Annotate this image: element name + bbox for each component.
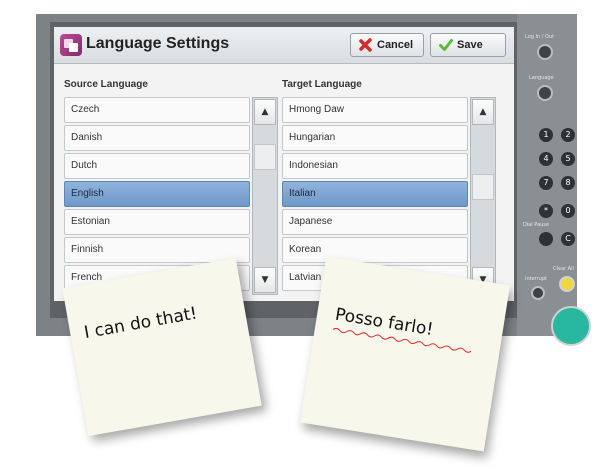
target-language-label: Target Language bbox=[282, 79, 362, 90]
source-item-czech[interactable]: Czech bbox=[64, 97, 250, 123]
start-button[interactable] bbox=[551, 306, 591, 346]
source-language-label: Source Language bbox=[64, 79, 148, 90]
source-scroll-down-button[interactable]: ▼ bbox=[254, 267, 276, 293]
sticky-note-italian: Posso farlo! bbox=[300, 256, 510, 452]
checkmark-icon bbox=[439, 38, 453, 52]
login-label: Log In / Out bbox=[525, 34, 555, 40]
source-item-dutch[interactable]: Dutch bbox=[64, 153, 250, 179]
target-item-hmong-daw[interactable]: Hmong Daw bbox=[282, 97, 468, 123]
keypad-key-7[interactable]: 7 bbox=[539, 176, 553, 190]
login-button[interactable] bbox=[537, 44, 553, 60]
language-button[interactable] bbox=[537, 85, 553, 101]
source-scroll-thumb[interactable] bbox=[254, 144, 276, 170]
target-scrollbar[interactable]: ▲ ▼ bbox=[470, 97, 496, 295]
interrupt-button[interactable] bbox=[531, 286, 545, 300]
keypad-key-star[interactable]: * bbox=[539, 204, 553, 218]
sticky-note-english: I can do that! bbox=[62, 257, 262, 437]
target-scroll-up-button[interactable]: ▲ bbox=[472, 99, 494, 125]
language-hw-label: Language bbox=[529, 75, 554, 81]
target-item-indonesian[interactable]: Indonesian bbox=[282, 153, 468, 179]
keypad-key-0[interactable]: 0 bbox=[561, 204, 575, 218]
clear-all-label: Clear All bbox=[553, 266, 574, 272]
title-bar: Language Settings Cancel Save bbox=[54, 27, 514, 64]
target-item-hungarian[interactable]: Hungarian bbox=[282, 125, 468, 151]
note-text-english: I can do that! bbox=[82, 303, 199, 344]
source-scroll-up-button[interactable]: ▲ bbox=[254, 99, 276, 125]
language-settings-icon bbox=[60, 34, 82, 56]
clear-all-button[interactable] bbox=[559, 276, 575, 292]
source-item-estonian[interactable]: Estonian bbox=[64, 209, 250, 235]
source-item-danish[interactable]: Danish bbox=[64, 125, 250, 151]
target-item-korean[interactable]: Korean bbox=[282, 237, 468, 263]
cancel-label: Cancel bbox=[377, 39, 414, 51]
save-label: Save bbox=[457, 39, 483, 51]
dial-pause-button[interactable] bbox=[539, 232, 553, 246]
save-button[interactable]: Save bbox=[430, 33, 506, 57]
page-title: Language Settings bbox=[86, 35, 230, 52]
source-item-english[interactable]: English bbox=[64, 181, 250, 207]
target-scroll-thumb[interactable] bbox=[472, 174, 494, 200]
cancel-x-icon bbox=[359, 38, 373, 52]
keypad-key-2[interactable]: 2 bbox=[561, 128, 575, 142]
dial-pause-label: Dial Pause bbox=[523, 222, 549, 228]
keypad-key-8[interactable]: 8 bbox=[561, 176, 575, 190]
hardware-panel: Log In / Out Language 1 4 7 * 2 5 8 0 Di… bbox=[517, 14, 591, 346]
interrupt-label: Interrupt bbox=[525, 276, 548, 282]
keypad-key-4[interactable]: 4 bbox=[539, 152, 553, 166]
keypad-key-clear[interactable]: C bbox=[561, 232, 575, 246]
keypad-key-5[interactable]: 5 bbox=[561, 152, 575, 166]
keypad-key-1[interactable]: 1 bbox=[539, 128, 553, 142]
touch-screen: Language Settings Cancel Save Source Lan… bbox=[54, 27, 514, 301]
target-item-japanese[interactable]: Japanese bbox=[282, 209, 468, 235]
source-scrollbar[interactable]: ▲ ▼ bbox=[252, 97, 278, 295]
cancel-button[interactable]: Cancel bbox=[350, 33, 424, 57]
target-item-italian[interactable]: Italian bbox=[282, 181, 468, 207]
